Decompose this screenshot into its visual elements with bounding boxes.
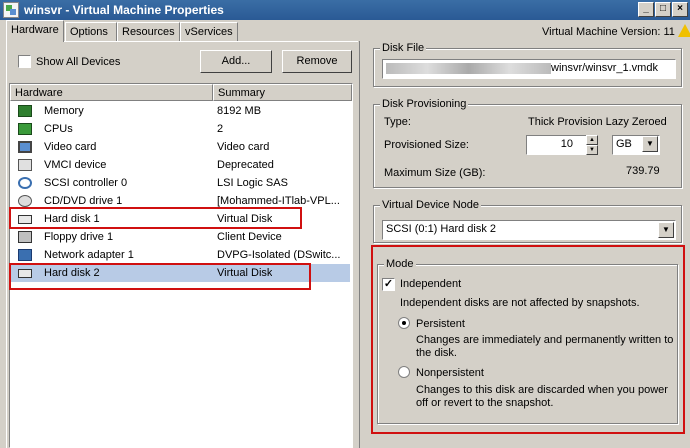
maximum-size-value: 739.79 [626, 165, 660, 177]
row-name: SCSI controller 0 [44, 177, 128, 189]
hardware-row-network-adapter[interactable]: Network adapter 1 DVPG-Isolated (DSwitc.… [10, 246, 350, 264]
cpu-icon [18, 123, 32, 135]
row-summary: LSI Logic SAS [217, 177, 288, 189]
type-label: Type: [384, 116, 411, 128]
close-button[interactable]: × [672, 2, 688, 17]
row-summary: 2 [217, 123, 224, 135]
size-unit-value: GB [616, 138, 632, 150]
remove-device-button[interactable]: Remove [282, 50, 352, 73]
hardware-row-vmci[interactable]: VMCI device Deprecated [10, 156, 350, 174]
row-name: VMCI device [44, 159, 107, 171]
vmci-device-icon [18, 159, 32, 171]
network-adapter-icon [18, 249, 32, 261]
window-title: winsvr - Virtual Machine Properties [24, 3, 224, 17]
hardware-row-video-card[interactable]: Video card Video card [10, 138, 350, 156]
disk-file-title: Disk File [380, 42, 427, 54]
row-name: Memory [44, 105, 84, 117]
hardware-row-memory[interactable]: Memory 8192 MB [10, 102, 350, 120]
tab-vservices[interactable]: vServices [180, 22, 238, 42]
device-node-select[interactable]: SCSI (0:1) Hard disk 2 [382, 220, 676, 240]
vm-version-label: Virtual Machine Version: 11 [542, 26, 675, 38]
scsi-controller-icon [18, 177, 32, 189]
hardware-row-floppy[interactable]: Floppy drive 1 Client Device [10, 228, 350, 246]
independent-label: Independent [400, 278, 462, 290]
highlight-box-hard-disk-2 [9, 263, 311, 290]
maximum-size-label: Maximum Size (GB): [384, 167, 486, 179]
mode-title: Mode [384, 258, 416, 270]
row-name: Floppy drive 1 [44, 231, 114, 243]
hardware-row-cpus[interactable]: CPUs 2 [10, 120, 350, 138]
show-all-devices-checkbox[interactable] [18, 55, 31, 68]
video-card-icon [18, 141, 32, 153]
spin-up-icon[interactable]: ▲ [586, 135, 598, 145]
row-summary: 8192 MB [217, 105, 262, 117]
maximize-button[interactable]: □ [655, 2, 671, 17]
row-name: Network adapter 1 [44, 249, 134, 261]
virtual-device-node-title: Virtual Device Node [380, 199, 482, 211]
disk-file-group: Disk File winsvr/winsvr_1.vmdk [373, 42, 682, 87]
row-summary: Deprecated [217, 159, 274, 171]
column-header-summary[interactable]: Summary [213, 84, 352, 101]
add-device-button[interactable]: Add... [200, 50, 272, 73]
persistent-label: Persistent [416, 318, 465, 330]
mode-group: Mode ✓ Independent Independent disks are… [377, 258, 678, 424]
memory-icon [18, 105, 32, 117]
row-summary: DVPG-Isolated (DSwitc... [217, 249, 341, 261]
row-summary: Client Device [217, 231, 282, 243]
spin-down-icon[interactable]: ▼ [586, 145, 598, 155]
disk-file-path-text: winsvr/winsvr_1.vmdk [551, 62, 658, 74]
title-bar: winsvr - Virtual Machine Properties _ □ … [0, 0, 690, 20]
disk-file-path: winsvr/winsvr_1.vmdk [382, 59, 676, 79]
independent-description: Independent disks are not affected by sn… [400, 297, 640, 309]
row-summary: [Mohammed-ITlab-VPL... [217, 195, 340, 207]
row-name: CD/DVD drive 1 [44, 195, 123, 207]
chevron-down-icon[interactable]: ▼ [658, 222, 674, 238]
highlight-box-hard-disk-1 [9, 207, 302, 229]
minimize-button[interactable]: _ [638, 2, 654, 17]
row-name: Video card [44, 141, 97, 153]
device-node-value: SCSI (0:1) Hard disk 2 [386, 223, 497, 235]
nonpersistent-description: Changes to this disk are discarded when … [416, 384, 668, 409]
warning-icon [678, 24, 690, 37]
tab-resources[interactable]: Resources [117, 22, 180, 42]
disk-provisioning-group: Disk Provisioning Type: Thick Provision … [373, 98, 682, 188]
independent-checkbox[interactable]: ✓ [382, 278, 395, 291]
nonpersistent-radio[interactable] [398, 366, 410, 378]
disk-provisioning-title: Disk Provisioning [380, 98, 469, 110]
persistent-description: Changes are immediately and permanently … [416, 334, 674, 359]
tab-options[interactable]: Options [65, 22, 117, 42]
floppy-icon [18, 231, 32, 243]
show-all-devices-label: Show All Devices [36, 56, 121, 68]
provisioned-size-input[interactable]: 10 [526, 135, 594, 155]
nonpersistent-label: Nonpersistent [416, 367, 484, 379]
row-name: CPUs [44, 123, 73, 135]
vm-app-icon [3, 2, 19, 18]
type-value: Thick Provision Lazy Zeroed [528, 116, 667, 128]
chevron-down-icon[interactable]: ▼ [642, 136, 658, 152]
redacted-datastore-image [386, 62, 551, 74]
column-header-hardware[interactable]: Hardware [10, 84, 213, 101]
tab-hardware[interactable]: Hardware [6, 20, 64, 42]
virtual-device-node-group: Virtual Device Node SCSI (0:1) Hard disk… [373, 199, 682, 243]
persistent-radio[interactable] [398, 317, 410, 329]
provisioned-size-label: Provisioned Size: [384, 139, 469, 151]
cd-dvd-icon [18, 195, 32, 207]
hardware-row-scsi-controller[interactable]: SCSI controller 0 LSI Logic SAS [10, 174, 350, 192]
row-summary: Video card [217, 141, 270, 153]
